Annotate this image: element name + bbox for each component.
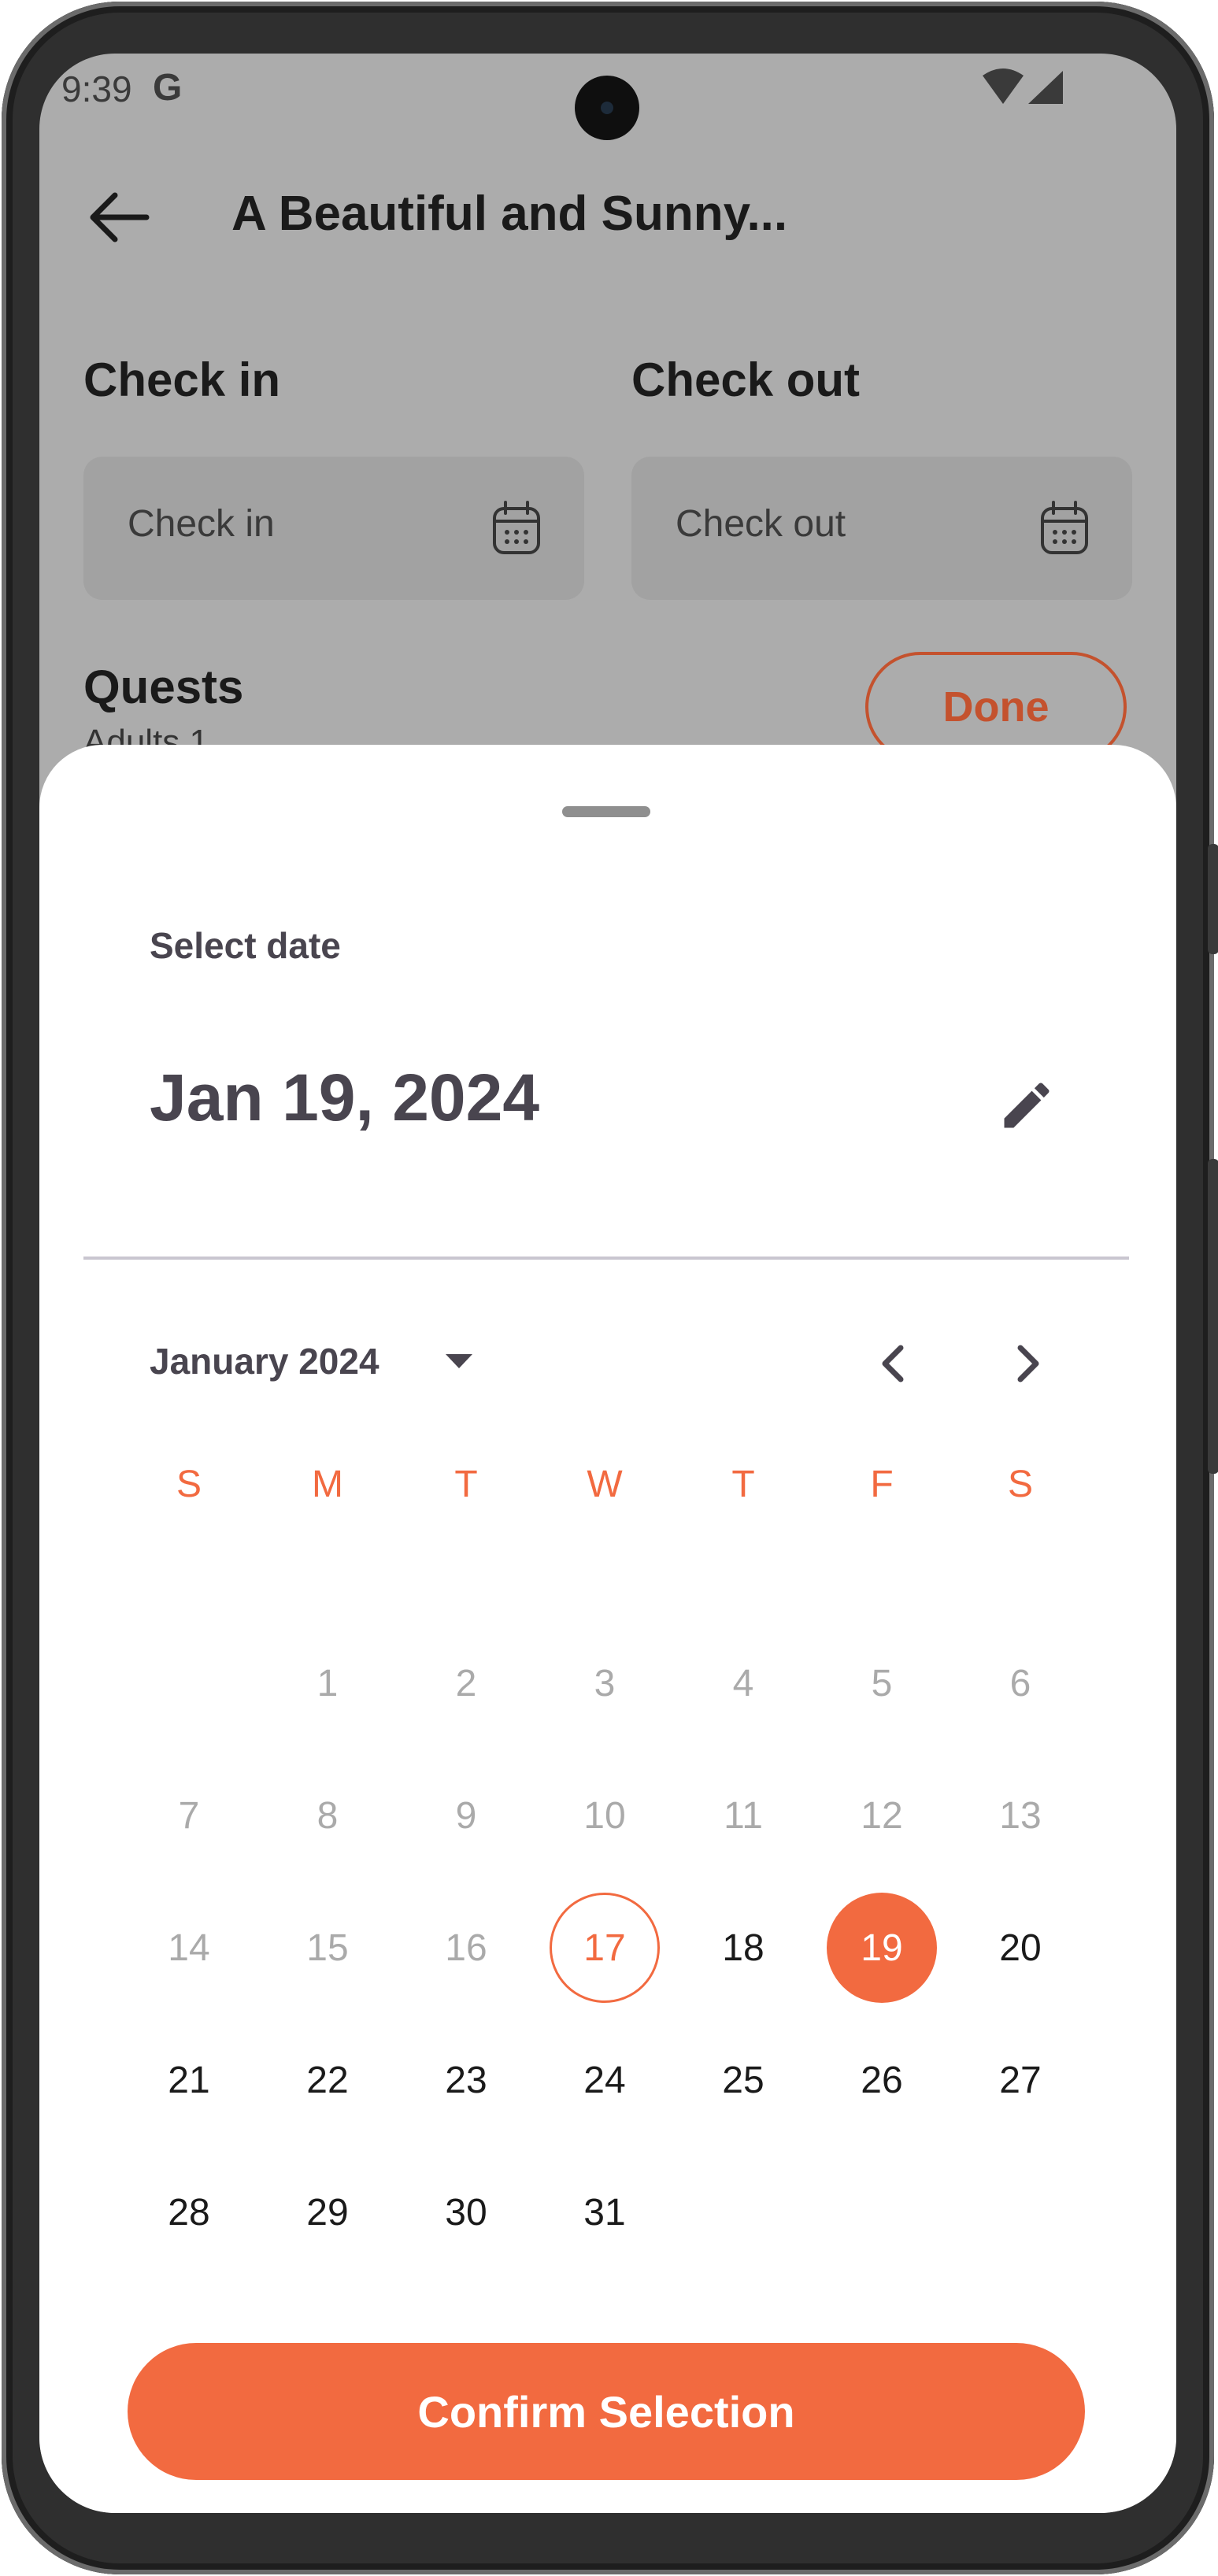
calendar-day[interactable]: 29 — [272, 2157, 383, 2267]
calendar-day[interactable]: 28 — [134, 2157, 244, 2267]
month-year-label[interactable]: January 2024 — [150, 1340, 379, 1382]
calendar-day[interactable]: 18 — [688, 1893, 798, 2003]
date-picker-sheet: Select date Jan 19, 2024 January 2024 S M… — [39, 745, 1176, 2513]
power-button — [1208, 844, 1218, 954]
drag-handle[interactable] — [562, 806, 650, 817]
calendar-day[interactable]: 26 — [827, 2025, 937, 2135]
arrow-left-icon[interactable] — [83, 183, 153, 252]
calendar-day[interactable]: 31 — [550, 2157, 660, 2267]
weekday-label: T — [454, 1464, 478, 1505]
weekday-label: S — [1007, 1464, 1033, 1505]
calendar-day: 7 — [178, 1794, 200, 1837]
calendar-day[interactable]: 20 — [965, 1893, 1075, 2003]
check-out-placeholder: Check out — [676, 503, 846, 545]
calendar-day: 16 — [445, 1926, 487, 1969]
front-camera — [575, 76, 639, 140]
calendar-day: 10 — [583, 1794, 626, 1837]
calendar-day: 13 — [999, 1794, 1042, 1837]
calendar-day: 12 — [861, 1794, 903, 1837]
page-title: A Beautiful and Sunny... — [231, 187, 788, 241]
guests-label: Quests — [83, 661, 244, 713]
weekday-label: T — [731, 1464, 755, 1505]
caret-down-icon[interactable] — [431, 1334, 487, 1389]
volume-button — [1208, 1159, 1218, 1474]
screen: 9:39 G A Beautiful and Sunny... Check in… — [39, 54, 1176, 2513]
sheet-heading: Select date — [150, 925, 341, 966]
calendar-day[interactable]: 24 — [550, 2025, 660, 2135]
calendar-day[interactable]: 23 — [411, 2025, 521, 2135]
calendar-icon — [1041, 501, 1088, 554]
calendar-icon — [493, 501, 540, 554]
weekday-label: F — [870, 1464, 894, 1505]
calendar-day: 4 — [732, 1662, 754, 1704]
calendar-day: 9 — [455, 1794, 477, 1837]
calendar-day: 5 — [871, 1662, 893, 1704]
check-in-placeholder: Check in — [128, 503, 275, 545]
cellular-signal-icon — [1028, 71, 1063, 104]
calendar-day[interactable]: 21 — [134, 2025, 244, 2135]
weekday-label: W — [587, 1464, 623, 1505]
calendar-day: 1 — [317, 1662, 339, 1704]
calendar-day[interactable]: 25 — [688, 2025, 798, 2135]
google-icon: G — [153, 67, 183, 109]
weekday-label: M — [312, 1464, 343, 1505]
status-bar: 9:39 G — [39, 54, 1176, 148]
pencil-icon[interactable] — [997, 1075, 1057, 1135]
check-out-label: Check out — [631, 353, 861, 406]
calendar-day: 11 — [724, 1794, 763, 1837]
status-icons — [983, 68, 1063, 104]
check-in-label: Check in — [83, 353, 281, 406]
confirm-selection-button[interactable]: Confirm Selection — [128, 2343, 1085, 2480]
calendar-day[interactable]: 22 — [272, 2025, 383, 2135]
calendar-day[interactable]: 27 — [965, 2025, 1075, 2135]
wifi-icon — [983, 68, 1024, 104]
status-time: 9:39 — [61, 68, 132, 109]
phone-frame: 9:39 G A Beautiful and Sunny... Check in… — [2, 2, 1218, 2574]
check-out-field[interactable]: Check out — [631, 457, 1132, 600]
calendar-day: 6 — [1009, 1662, 1031, 1704]
selected-date-display: Jan 19, 2024 — [150, 1060, 540, 1134]
weekday-label: S — [176, 1464, 202, 1505]
check-in-field[interactable]: Check in — [83, 457, 584, 600]
calendar-day: 14 — [168, 1926, 210, 1969]
calendar-day-selected[interactable]: 19 — [827, 1893, 937, 2003]
calendar-day[interactable]: 30 — [411, 2157, 521, 2267]
chevron-right-icon[interactable] — [987, 1324, 1066, 1403]
chevron-left-icon[interactable] — [855, 1324, 934, 1403]
divider — [83, 1257, 1129, 1260]
calendar-day: 15 — [306, 1926, 349, 1969]
calendar-day: 8 — [317, 1794, 339, 1837]
calendar-day-today: 17 — [550, 1893, 660, 2003]
calendar-day: 3 — [594, 1662, 616, 1704]
calendar-day: 2 — [455, 1662, 477, 1704]
